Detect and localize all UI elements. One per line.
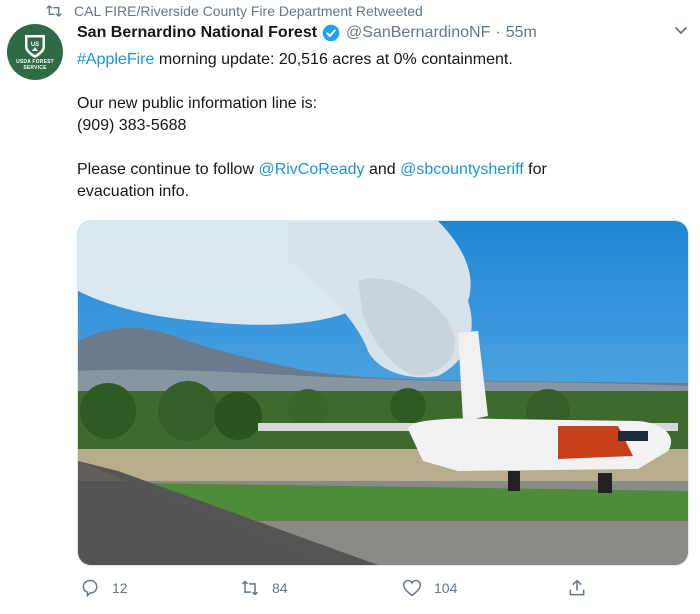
like-icon: [402, 579, 422, 597]
tweet-photo[interactable]: [77, 220, 689, 566]
tweet-text-line4a: Please continue to follow: [77, 161, 259, 178]
retweet-count: 84: [272, 580, 288, 596]
author-name[interactable]: San Bernardino National Forest: [77, 24, 317, 42]
photo-scene: [78, 221, 688, 565]
chevron-down-icon[interactable]: [674, 26, 688, 36]
retweet-action[interactable]: 84: [240, 578, 288, 598]
tweet-text-line4b: and: [364, 161, 401, 178]
header-separator: ·: [495, 24, 501, 41]
mention-link-rivcoready[interactable]: @RivCoReady: [258, 161, 364, 178]
like-action[interactable]: 104: [402, 578, 457, 598]
avatar[interactable]: US USDA FOREST SERVICE: [7, 24, 63, 80]
avatar-caption-line2: SERVICE: [23, 65, 47, 71]
tweet-text-line4c: for: [523, 161, 547, 178]
reply-action[interactable]: 12: [80, 578, 128, 598]
share-icon: [569, 579, 585, 596]
retweet-context[interactable]: CAL FIRE/Riverside County Fire Departmen…: [46, 3, 423, 19]
tweet-header: San Bernardino National Forest @SanBerna…: [77, 24, 537, 42]
verified-badge-icon: [322, 24, 340, 42]
share-action[interactable]: [567, 578, 599, 598]
reply-count: 12: [112, 580, 128, 596]
retweet-context-text: CAL FIRE/Riverside County Fire Departmen…: [74, 3, 423, 19]
forest-service-shield-icon: US: [25, 35, 45, 58]
tweet-text-phone: (909) 383-5688: [77, 117, 187, 134]
tweet-actions: 12 84 104: [77, 578, 597, 604]
hashtag-link[interactable]: #AppleFire: [77, 51, 154, 68]
like-count: 104: [434, 580, 458, 596]
author-handle[interactable]: @SanBernardinoNF: [346, 24, 490, 42]
tweet-timestamp[interactable]: 55m: [506, 24, 537, 42]
reply-icon: [82, 579, 98, 598]
retweet-action-icon: [241, 580, 259, 596]
mention-link-sbcountysheriff[interactable]: @sbcountysheriff: [400, 161, 524, 178]
tweet-text-line2: Our new public information line is:: [77, 95, 318, 112]
tweet-text: #AppleFire morning update: 20,516 acres …: [77, 49, 677, 225]
retweet-icon: [46, 5, 62, 17]
tweet-text-line1: morning update: 20,516 acres at 0% conta…: [154, 51, 513, 68]
tweet-text-line5: evacuation info.: [77, 183, 190, 200]
